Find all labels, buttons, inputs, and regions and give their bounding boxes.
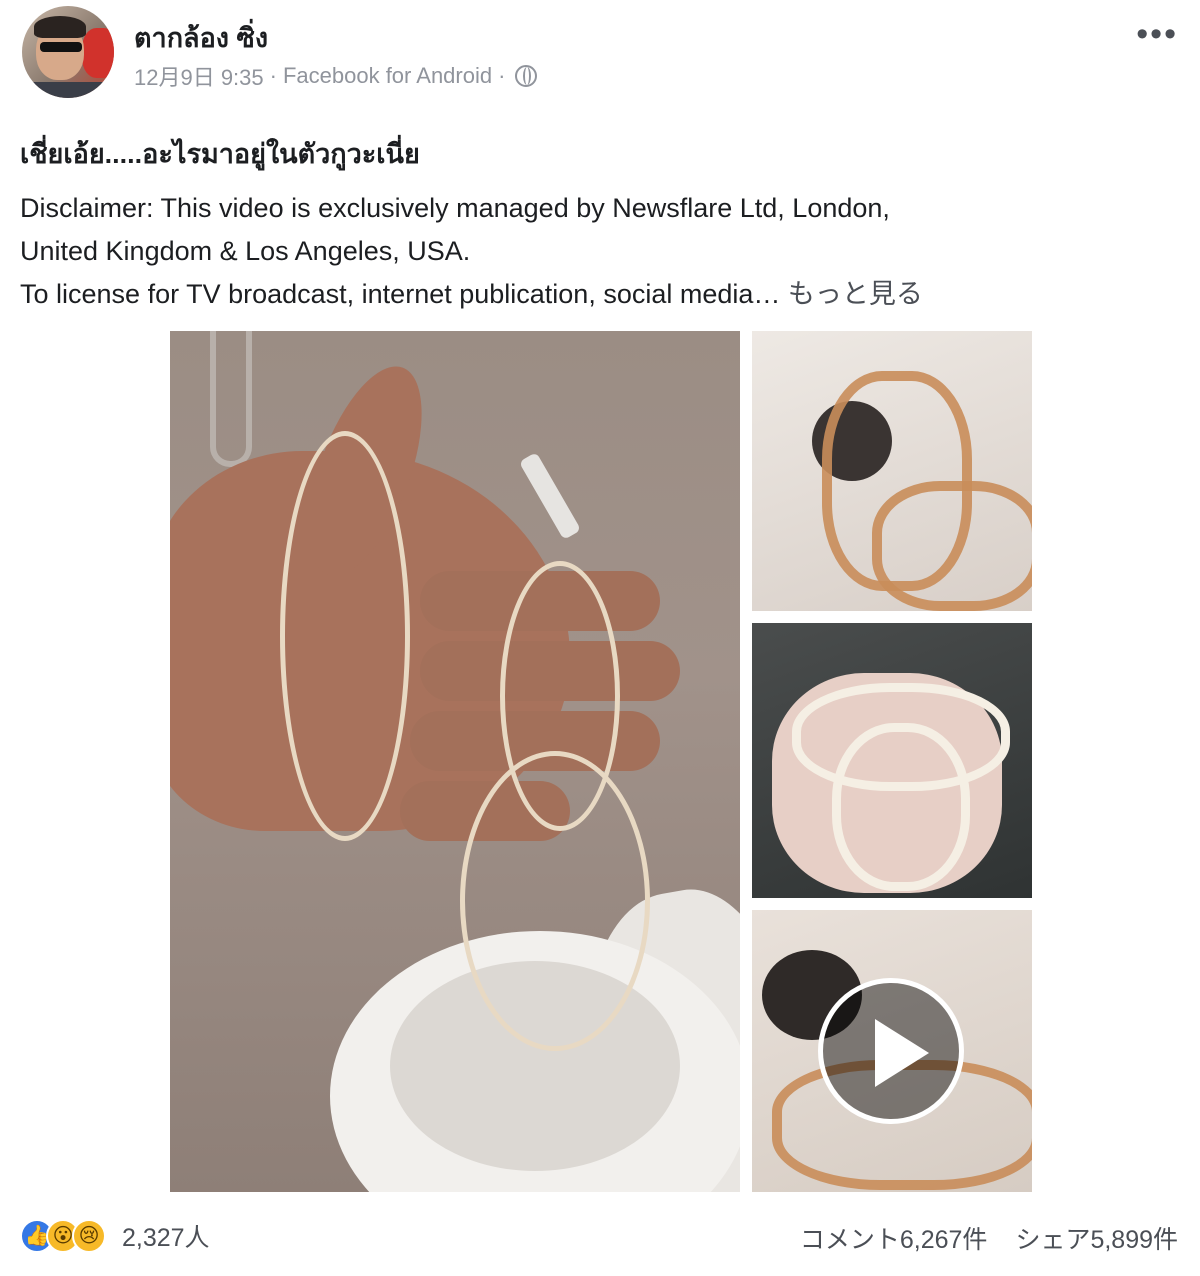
post-line-3-text: To license for TV broadcast, internet pu… — [20, 279, 781, 309]
avatar-background — [82, 28, 114, 78]
globe-icon[interactable] — [515, 65, 538, 87]
worm-strand — [832, 723, 970, 891]
flush-pipe — [210, 331, 252, 467]
post-timestamp[interactable]: 12月9日 9:35 — [134, 60, 264, 92]
more-options-icon[interactable]: ••• — [1136, 17, 1178, 51]
photo-main[interactable] — [170, 331, 740, 1192]
photo-thumb-1[interactable] — [752, 331, 1032, 611]
author-name[interactable]: ตากล้อง ซิ่ง — [134, 16, 268, 59]
worm-strand — [872, 481, 1032, 611]
post-line-1: Disclaimer: This video is exclusively ma… — [20, 193, 890, 223]
avatar-hair — [34, 16, 86, 38]
bidet-hose — [518, 452, 582, 540]
sad-icon[interactable]: 😢 — [72, 1219, 106, 1253]
share-count[interactable]: シェア5,899件 — [1015, 1220, 1178, 1256]
post-line-3: To license for TV broadcast, internet pu… — [20, 273, 1180, 316]
meta-separator: · — [269, 63, 277, 88]
post-body: Disclaimer: This video is exclusively ma… — [20, 187, 1180, 316]
meta-separator-2: · — [498, 63, 506, 88]
avatar-shirt — [22, 82, 114, 98]
worm-strand — [460, 751, 650, 1051]
reaction-count[interactable]: 2,327人 — [122, 1218, 210, 1254]
see-more-link[interactable]: もっと見る — [788, 279, 923, 309]
worm-strand — [280, 431, 410, 841]
author-avatar[interactable] — [22, 6, 114, 98]
post-source[interactable]: Facebook for Android — [283, 63, 492, 89]
post-line-2: United Kingdom & Los Angeles, USA. — [20, 236, 471, 266]
avatar-sunglasses — [40, 42, 82, 52]
engagement-stats: コメント6,267件 シェア5,899件 — [800, 1220, 1178, 1256]
reactions-summary[interactable]: 👍 😮 😢 2,327人 — [20, 1218, 210, 1254]
post-meta: 12月9日 9:35 · Facebook for Android · — [134, 60, 538, 92]
play-icon[interactable] — [818, 978, 964, 1124]
photo-thumb-2[interactable] — [752, 623, 1032, 898]
comment-count[interactable]: コメント6,267件 — [800, 1220, 988, 1256]
post-headline: เชี่ยเอ้ย.....อะไรมาอยู่ในตัวกูวะเนี่ย — [20, 139, 420, 169]
